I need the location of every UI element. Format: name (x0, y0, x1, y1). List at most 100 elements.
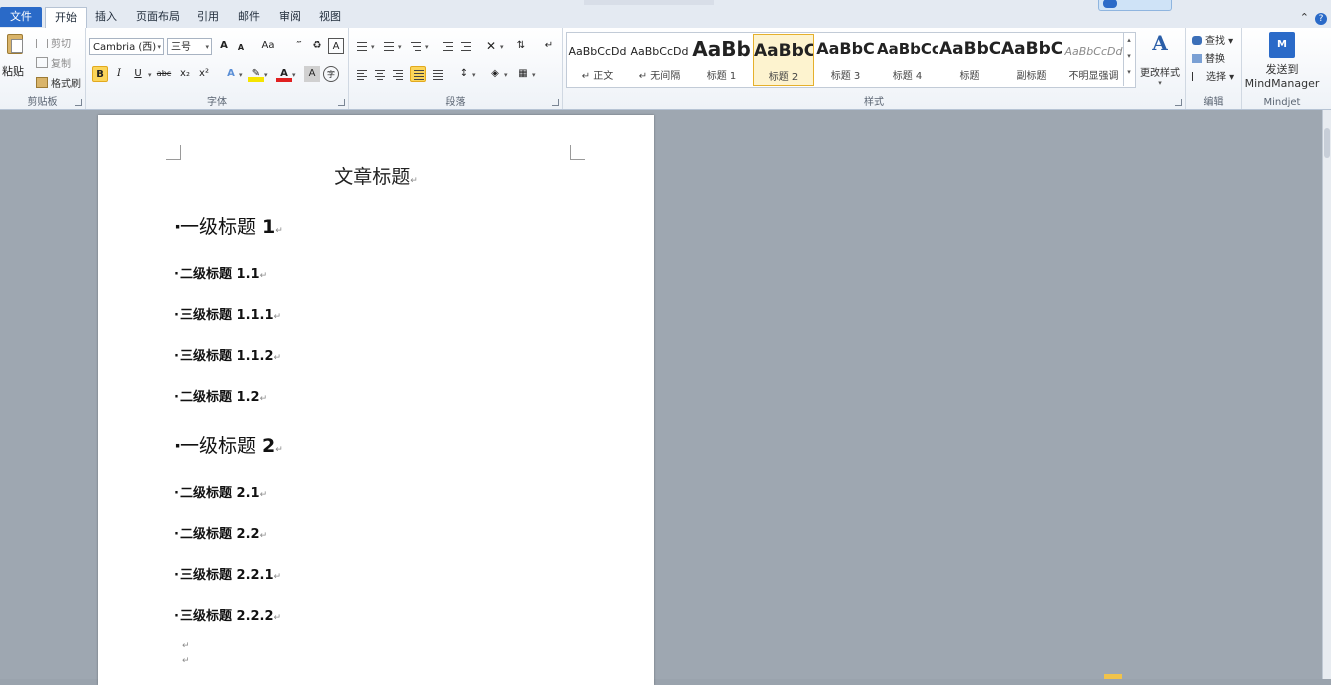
change-case-button[interactable]: Aa (258, 38, 278, 54)
more-icon[interactable]: ▾ (1124, 68, 1134, 76)
clipboard-dialog-launcher[interactable] (75, 99, 82, 106)
minimize-ribbon-icon[interactable]: ⌃ (1300, 11, 1309, 24)
change-styles-button[interactable]: A 更改样式 ▾ (1137, 32, 1183, 87)
paragraph-dialog-launcher[interactable] (552, 99, 559, 106)
style-subtitle[interactable]: AaBbC 副标题 (1001, 33, 1062, 86)
subscript-button[interactable]: x₂ (177, 66, 193, 82)
underline-button[interactable]: U (130, 66, 146, 82)
copy-button[interactable]: 复制 (36, 55, 71, 70)
tab-references[interactable]: 引用 (188, 7, 228, 27)
binoculars-icon (1192, 36, 1202, 45)
cut-label: 剪切 (51, 39, 71, 50)
document-page[interactable]: 文章标题↵ ·一级标题 1↵ ·二级标题 1.1↵ ·三级标题 1.1.1↵ ·… (98, 115, 654, 685)
scroll-thumb[interactable] (1324, 128, 1330, 158)
help-icon[interactable]: ? (1315, 13, 1327, 25)
empty-paragraph[interactable]: ↵ (182, 656, 190, 666)
heading-level-2[interactable]: ·二级标题 2.2↵ (174, 523, 267, 542)
shrink-font-button[interactable]: A (233, 40, 249, 56)
sort-icon[interactable]: ⇅ (513, 38, 529, 54)
heading-level-1[interactable]: ·一级标题 2↵ (174, 431, 283, 458)
shading-icon[interactable]: ◈ (487, 66, 503, 82)
numbering-icon[interactable] (381, 38, 397, 54)
tab-insert[interactable]: 插入 (86, 7, 126, 27)
replace-button[interactable]: 替换 (1192, 50, 1225, 65)
paragraph-mark: ↵ (275, 226, 283, 236)
cut-button[interactable]: 剪切 (36, 35, 71, 50)
font-dialog-launcher[interactable] (338, 99, 345, 106)
font-size-select[interactable]: 三号 ▾ (167, 38, 212, 55)
show-marks-icon[interactable]: ↵ (541, 38, 557, 54)
send-to-mindmanager-button[interactable]: M 发送到 MindManager (1242, 32, 1322, 90)
style-heading-1[interactable]: AaBb 标题 1 (691, 33, 752, 86)
char-border-button[interactable]: A (328, 38, 344, 54)
decrease-indent-icon[interactable] (440, 38, 456, 54)
tab-page-layout[interactable]: 页面布局 (132, 7, 184, 27)
find-button[interactable]: 查找 ▾ (1192, 32, 1233, 47)
style-heading-4[interactable]: AaBbCc 标题 4 (877, 33, 938, 86)
align-left-icon[interactable] (354, 66, 370, 82)
empty-paragraph[interactable]: ↵ (182, 641, 190, 651)
superscript-button[interactable]: x² (196, 66, 212, 82)
heading-level-1[interactable]: ·一级标题 1↵ (174, 212, 283, 239)
enclose-char-button[interactable]: 字 (323, 66, 339, 82)
heading-level-2[interactable]: ·二级标题 1.2↵ (174, 386, 267, 405)
scroll-up-icon[interactable]: ▴ (1124, 36, 1134, 44)
tab-mailings[interactable]: 邮件 (229, 7, 269, 27)
mindmanager-icon: M (1269, 32, 1295, 58)
scroll-down-icon[interactable]: ▾ (1124, 52, 1134, 60)
style-no-spacing[interactable]: AaBbCcDd ↵ 无间隔 (629, 33, 690, 86)
paragraph-mark: ↵ (410, 176, 418, 186)
group-clipboard: 粘贴 剪切 复制 格式刷 剪贴板 (0, 28, 86, 109)
style-heading-2[interactable]: AaBbC 标题 2 (753, 34, 814, 86)
heading-number: 2 (262, 435, 276, 457)
vertical-scrollbar[interactable] (1322, 110, 1331, 679)
style-title[interactable]: AaBbC 标题 (939, 33, 1000, 86)
pinyin-guide-icon[interactable]: ‴ (291, 38, 307, 54)
bullets-icon[interactable] (354, 38, 370, 54)
font-name-select[interactable]: Cambria (西) ▾ (89, 38, 164, 55)
replace-label: 替换 (1205, 54, 1225, 65)
clear-format-icon[interactable]: ♻ (309, 38, 325, 54)
strikethrough-button[interactable]: abc (156, 66, 172, 82)
style-normal[interactable]: AaBbCcDd ↵ 正文 (567, 33, 628, 86)
brush-icon (36, 77, 48, 88)
font-color-button[interactable]: A (276, 66, 292, 82)
paragraph-mark: ↵ (259, 531, 268, 541)
heading-level-2[interactable]: ·二级标题 1.1↵ (174, 263, 267, 282)
group-paragraph: ▾ ▾ ▾ ✕ ▾ ⇅ ↵ ↕ ▾ ◈ ▾ ▦ ▾ 段落 (349, 28, 563, 109)
highlight-icon[interactable]: ✎ (248, 66, 264, 82)
tab-file[interactable]: 文件 (0, 7, 42, 27)
format-painter-button[interactable]: 格式刷 (36, 75, 81, 90)
char-shading-button[interactable]: A (304, 66, 320, 82)
document-title[interactable]: 文章标题↵ (98, 162, 654, 189)
heading-level-3[interactable]: ·三级标题 1.1.2↵ (174, 345, 281, 364)
justify-icon[interactable] (410, 66, 426, 82)
heading-level-3[interactable]: ·三级标题 1.1.1↵ (174, 304, 281, 323)
increase-indent-icon[interactable] (458, 38, 474, 54)
align-center-icon[interactable] (372, 66, 388, 82)
multilevel-list-icon[interactable] (408, 38, 424, 54)
cloud-upload-button[interactable] (1098, 0, 1172, 11)
style-subtle-emphasis[interactable]: AaBbCcDd 不明显强调 (1063, 33, 1124, 86)
styles-gallery-scroll[interactable]: ▴ ▾ ▾ (1123, 32, 1134, 86)
style-heading-3[interactable]: AaBbC 标题 3 (815, 33, 876, 86)
borders-icon[interactable]: ▦ (515, 66, 531, 82)
select-button[interactable]: 选择 ▾ (1192, 68, 1234, 83)
line-spacing-icon[interactable]: ↕ (456, 66, 472, 82)
bold-button[interactable]: B (92, 66, 108, 82)
heading-level-2[interactable]: ·二级标题 2.1↵ (174, 482, 267, 501)
styles-dialog-launcher[interactable] (1175, 99, 1182, 106)
distribute-icon[interactable] (430, 66, 446, 82)
heading-level-3[interactable]: ·三级标题 2.2.1↵ (174, 564, 281, 583)
heading-level-3[interactable]: ·三级标题 2.2.2↵ (174, 605, 281, 624)
tab-home[interactable]: 开始 (45, 7, 87, 28)
italic-button[interactable]: I (111, 66, 127, 82)
paste-button[interactable]: 粘贴 (0, 28, 28, 88)
align-right-icon[interactable] (390, 66, 406, 82)
tab-review[interactable]: 审阅 (270, 7, 310, 27)
text-effect-icon[interactable]: A (223, 66, 239, 82)
paragraph-mark: ↵ (275, 445, 283, 455)
tab-view[interactable]: 视图 (310, 7, 350, 27)
grow-font-button[interactable]: A (216, 38, 232, 54)
chinese-layout-icon[interactable]: ✕ (483, 38, 499, 54)
